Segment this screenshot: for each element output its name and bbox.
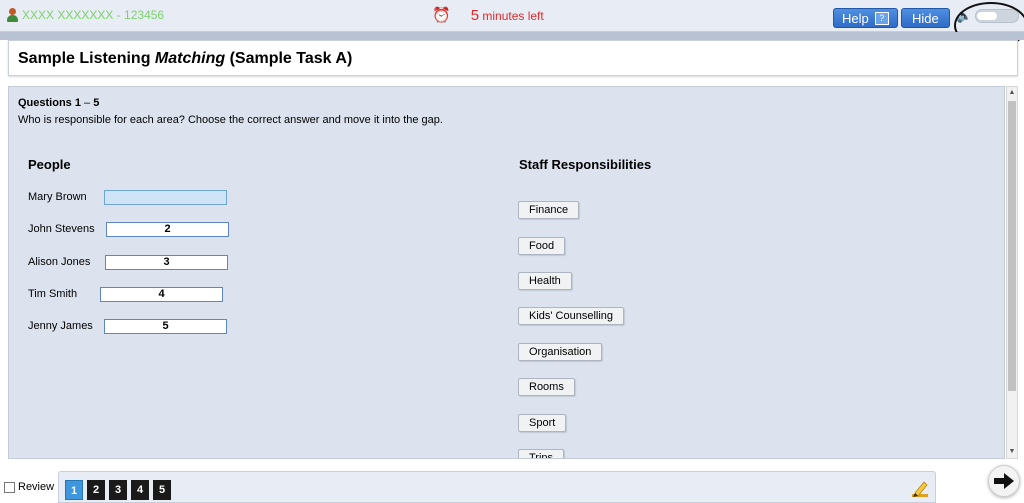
- question-panel: Questions 1 – 5 Who is responsible for e…: [8, 86, 1005, 459]
- page-title: Sample Listening Matching (Sample Task A…: [18, 50, 353, 67]
- question-nav-button[interactable]: 1: [65, 480, 83, 500]
- title-band: Sample Listening Matching (Sample Task A…: [8, 40, 1018, 76]
- question-instruction: Who is responsible for each area? Choose…: [18, 114, 443, 126]
- scroll-up-arrow-icon[interactable]: ▲: [1007, 87, 1017, 99]
- help-icon: ?: [874, 11, 889, 25]
- person-label: Tim Smith: [28, 288, 78, 300]
- question-nav-button[interactable]: 5: [153, 480, 171, 500]
- question-nav-button[interactable]: 4: [131, 480, 149, 500]
- question-nav-button[interactable]: 2: [87, 480, 105, 500]
- hide-button[interactable]: Hide: [901, 8, 950, 28]
- arrow-right-icon: [994, 473, 1014, 489]
- answer-gap[interactable]: 2: [106, 222, 229, 237]
- answer-gap[interactable]: 5: [104, 319, 227, 334]
- answer-gap[interactable]: [104, 190, 227, 205]
- user-name: XXXX XXXXXXX - 123456: [22, 8, 165, 22]
- answer-gap[interactable]: 4: [100, 287, 223, 302]
- option-chip[interactable]: Rooms: [518, 378, 575, 396]
- help-button[interactable]: Help ?: [833, 8, 898, 28]
- option-chip[interactable]: Sport: [518, 414, 567, 432]
- user-info: XXXX XXXXXXX - 123456: [6, 8, 164, 22]
- option-chip[interactable]: Kids' Counselling: [518, 307, 625, 325]
- question-navigation: 1 2 3 4 5: [58, 471, 936, 503]
- header-divider: [0, 32, 1024, 40]
- person-label: Mary Brown: [28, 191, 87, 203]
- option-chip[interactable]: Finance: [518, 201, 580, 219]
- option-chip[interactable]: Health: [518, 272, 572, 290]
- pencil-icon[interactable]: [910, 479, 930, 499]
- scroll-down-arrow-icon[interactable]: ▼: [1007, 446, 1017, 458]
- option-chip[interactable]: Organisation: [518, 343, 603, 361]
- review-checkbox[interactable]: [4, 481, 15, 493]
- timer-text: 5 minutes left: [470, 7, 544, 24]
- option-chip[interactable]: Food: [518, 237, 566, 255]
- user-icon: [6, 8, 18, 22]
- question-nav-button[interactable]: 3: [109, 480, 127, 500]
- top-bar: XXXX XXXXXXX - 123456 ⏰ 5 minutes left H…: [0, 0, 1024, 32]
- review-toggle[interactable]: Review: [4, 481, 54, 493]
- option-chip[interactable]: Trips: [518, 449, 565, 458]
- timer: ⏰ 5 minutes left: [432, 7, 544, 24]
- people-heading: People: [28, 157, 71, 172]
- next-button[interactable]: [988, 465, 1020, 497]
- question-range: Questions 1 – 5: [18, 97, 100, 109]
- answer-gap[interactable]: 3: [105, 255, 228, 270]
- responsibilities-heading: Staff Responsibilities: [519, 157, 652, 172]
- person-label: Jenny James: [28, 320, 93, 332]
- help-label: Help: [842, 10, 869, 26]
- alarm-clock-icon: ⏰: [432, 6, 451, 24]
- scroll-thumb[interactable]: [1008, 101, 1016, 391]
- person-label: Alison Jones: [28, 256, 91, 268]
- person-label: John Stevens: [28, 223, 95, 235]
- vertical-scrollbar[interactable]: ▲ ▼: [1006, 86, 1018, 459]
- hide-label: Hide: [912, 10, 939, 26]
- review-label: Review: [18, 481, 55, 493]
